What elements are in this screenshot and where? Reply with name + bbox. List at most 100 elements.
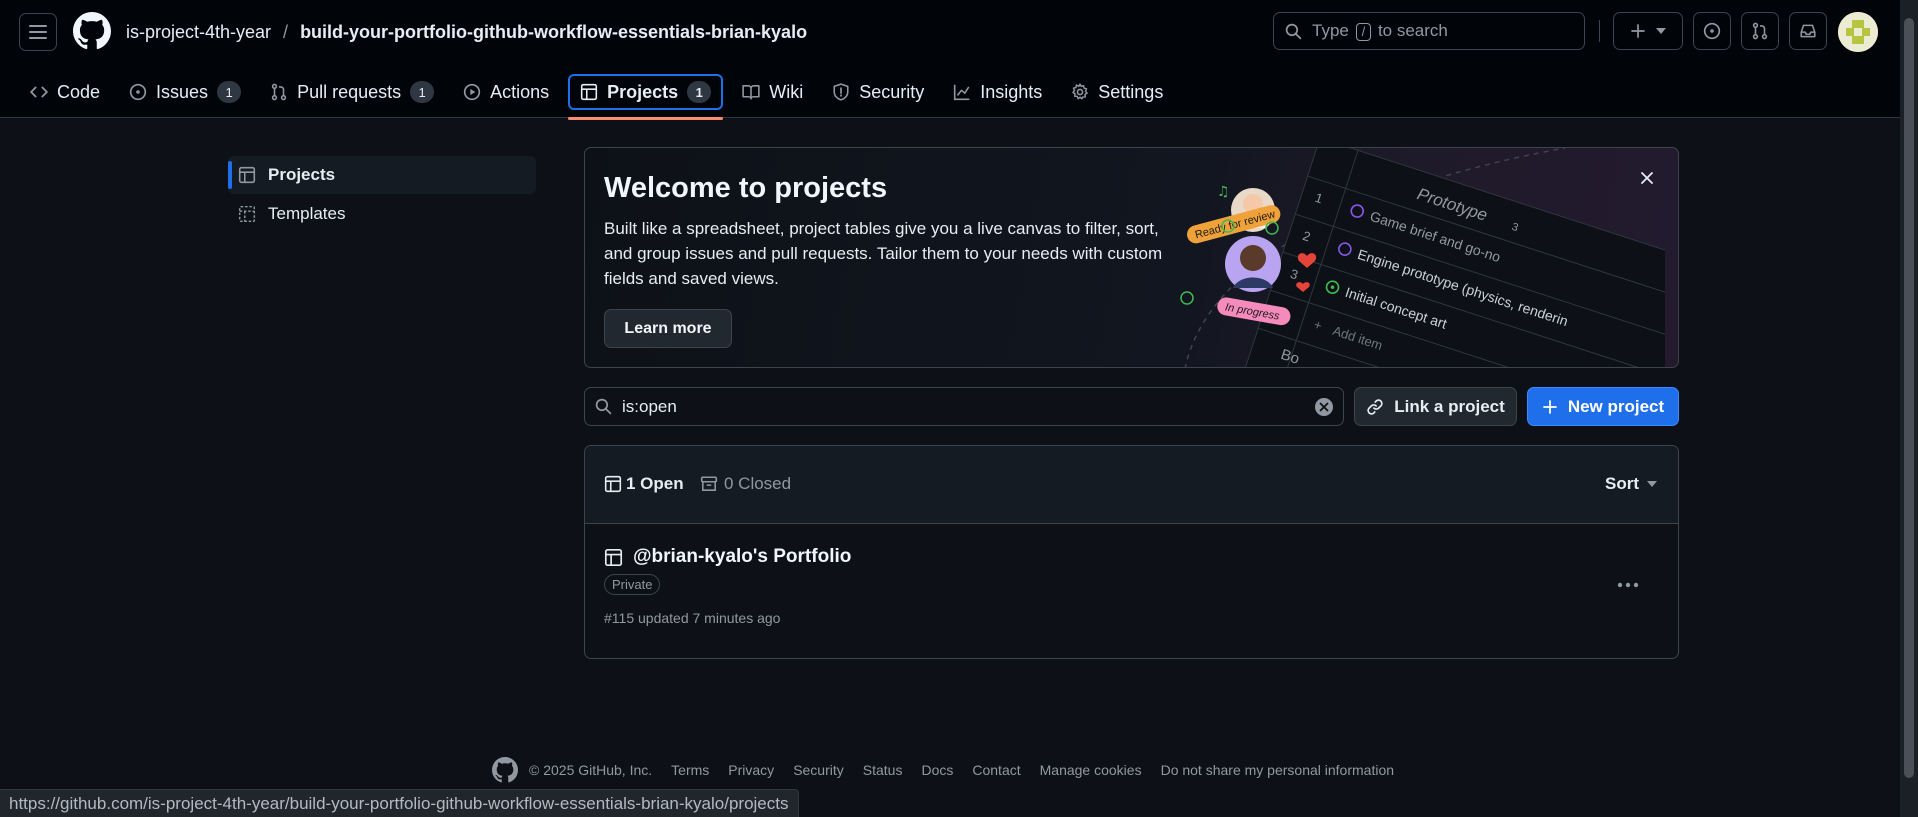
footer-link-privacy[interactable]: Privacy: [728, 762, 774, 778]
breadcrumb-owner-link[interactable]: is-project-4th-year: [126, 22, 271, 43]
inbox-icon: [1800, 24, 1816, 38]
plus-icon: [1631, 24, 1645, 38]
page-footer: © 2025 GitHub, Inc. Terms Privacy Securi…: [492, 757, 1394, 783]
code-icon: [30, 86, 48, 98]
footer-link-contact[interactable]: Contact: [972, 762, 1020, 778]
closed-filter-tab[interactable]: 0 Closed: [700, 474, 791, 494]
footer-link-security[interactable]: Security: [793, 762, 844, 778]
project-filter-input[interactable]: is:open: [584, 387, 1344, 426]
tab-security-label: Security: [859, 81, 925, 102]
tab-pull-requests-counter: 1: [410, 81, 435, 103]
tab-security[interactable]: Security: [822, 74, 934, 110]
visibility-badge: Private: [604, 574, 661, 595]
tab-insights[interactable]: Insights: [943, 74, 1052, 110]
footer-link-docs[interactable]: Docs: [921, 762, 953, 778]
table-icon: [604, 548, 623, 566]
hamburger-icon: [29, 25, 47, 39]
issues-button[interactable]: [1693, 12, 1731, 50]
global-search-input[interactable]: Type / to search: [1273, 12, 1585, 50]
tab-projects-label: Projects: [607, 81, 679, 102]
triangle-down-icon: [1656, 28, 1666, 34]
tab-pull-requests[interactable]: Pull requests 1: [260, 74, 444, 110]
graph-icon: [954, 84, 970, 101]
footer-link-manage-cookies[interactable]: Manage cookies: [1040, 762, 1142, 778]
scrollbar-thumb[interactable]: [1904, 18, 1914, 778]
search-icon: [1285, 23, 1302, 40]
tab-wiki[interactable]: Wiki: [732, 74, 813, 110]
new-project-label: New project: [1567, 396, 1665, 416]
open-filter-tab[interactable]: 1 Open: [604, 474, 684, 494]
create-new-button[interactable]: [1613, 12, 1683, 50]
inbox-button[interactable]: [1789, 12, 1827, 50]
footer-link-do-not-share[interactable]: Do not share my personal information: [1161, 762, 1394, 778]
archive-icon: [700, 476, 718, 491]
tab-issues-label: Issues: [156, 81, 209, 102]
footer-link-status[interactable]: Status: [863, 762, 903, 778]
menu-button[interactable]: [19, 13, 57, 51]
project-options-button[interactable]: [1617, 582, 1639, 588]
footer-link-terms[interactable]: Terms: [671, 762, 709, 778]
project-meta: #115 updated 7 minutes ago: [604, 610, 781, 626]
project-title: @brian-kyalo's Portfolio: [633, 546, 852, 567]
link-project-button[interactable]: Link a project: [1354, 387, 1517, 426]
list-item: @brian-kyalo's Portfolio Private #115 up…: [585, 524, 1678, 658]
shield-icon: [833, 83, 849, 101]
learn-more-button[interactable]: Learn more: [604, 309, 732, 348]
new-project-button[interactable]: New project: [1527, 387, 1679, 426]
banner-description: Built like a spreadsheet, project tables…: [604, 219, 1163, 288]
tab-settings-label: Settings: [1098, 81, 1164, 102]
gear-icon: [1072, 83, 1089, 100]
play-icon: [463, 83, 481, 101]
tab-settings[interactable]: Settings: [1061, 74, 1173, 110]
footer-copyright: © 2025 GitHub, Inc.: [529, 762, 653, 778]
search-placeholder: Type / to search: [1312, 21, 1448, 41]
kebab-horizontal-icon: [1617, 582, 1639, 588]
tab-code[interactable]: Code: [20, 74, 110, 110]
tab-projects[interactable]: Projects 1: [568, 74, 724, 120]
banner-illustration: Prototype 3 1 Game brief and go-no 2 Eng…: [1180, 148, 1665, 367]
link-project-label: Link a project: [1394, 396, 1505, 416]
tab-pull-requests-label: Pull requests: [297, 81, 402, 102]
template-icon: [238, 205, 256, 223]
page-scrollbar[interactable]: [1900, 0, 1918, 817]
sidebar-item-templates[interactable]: Templates: [228, 195, 536, 233]
x-circle-fill-icon: [1315, 398, 1333, 416]
github-mark-icon[interactable]: [492, 757, 518, 783]
tab-actions-label: Actions: [490, 81, 550, 102]
breadcrumb: is-project-4th-year / build-your-portfol…: [126, 20, 807, 44]
table-icon: [238, 166, 256, 184]
tab-projects-counter: 1: [687, 81, 712, 103]
tab-actions[interactable]: Actions: [453, 74, 559, 110]
github-logo-icon[interactable]: [73, 12, 111, 50]
sort-label: Sort: [1605, 474, 1639, 493]
search-icon: [595, 398, 612, 415]
plus-icon: [1542, 399, 1557, 414]
link-hover-status-bar: https://github.com/is-project-4th-year/b…: [0, 789, 799, 817]
pull-requests-button[interactable]: [1741, 12, 1779, 50]
filter-value: is:open: [622, 396, 677, 416]
breadcrumb-separator: /: [283, 21, 289, 42]
svg-text:♫: ♫: [1217, 184, 1230, 200]
issue-opened-icon: [129, 83, 147, 101]
git-pull-request-icon: [271, 83, 287, 101]
open-count-label: 1 Open: [626, 474, 684, 493]
sidebar-item-projects[interactable]: Projects: [228, 156, 536, 194]
tab-insights-label: Insights: [980, 81, 1043, 102]
table-icon: [604, 475, 622, 493]
user-avatar[interactable]: [1838, 12, 1878, 52]
sidebar-item-label: Projects: [268, 165, 336, 184]
sidebar-item-label: Templates: [268, 204, 346, 223]
app-header: is-project-4th-year / build-your-portfol…: [0, 0, 1900, 120]
close-icon: [1641, 172, 1653, 184]
link-icon: [1367, 398, 1383, 415]
clear-filter-button[interactable]: [1314, 397, 1334, 417]
sort-dropdown[interactable]: Sort: [1605, 474, 1657, 494]
dismiss-banner-button[interactable]: [1639, 170, 1655, 186]
tab-issues-counter: 1: [217, 81, 242, 103]
breadcrumb-repo-link[interactable]: build-your-portfolio-github-workflow-ess…: [300, 22, 807, 43]
banner-title: Welcome to projects: [604, 172, 888, 204]
git-pull-request-icon: [1752, 22, 1768, 40]
header-divider: [1599, 20, 1600, 42]
project-title-link[interactable]: @brian-kyalo's Portfolio: [604, 546, 851, 568]
tab-issues[interactable]: Issues 1: [119, 74, 251, 110]
